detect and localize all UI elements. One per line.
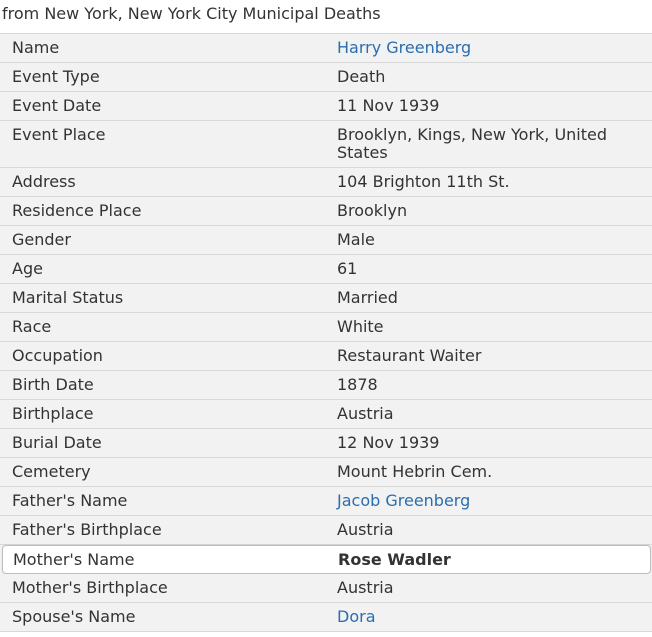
record-row-mothers-name: Mother's Name Rose Wadler xyxy=(2,545,651,574)
record-row-event-date: Event Date 11 Nov 1939 xyxy=(0,92,652,121)
record-label: Cemetery xyxy=(12,462,91,481)
record-row-event-type: Event Type Death xyxy=(0,63,652,92)
record-value: 12 Nov 1939 xyxy=(337,433,440,452)
record-label: Residence Place xyxy=(12,201,142,220)
record-label: Father's Name xyxy=(12,491,128,510)
record-row-event-place: Event Place Brooklyn, Kings, New York, U… xyxy=(0,121,652,168)
record-label: Marital Status xyxy=(12,288,124,307)
record-value-highlighted: Rose Wadler xyxy=(338,550,451,569)
record-row-address: Address 104 Brighton 11th St. xyxy=(0,168,652,197)
record-value: Restaurant Waiter xyxy=(337,346,482,365)
record-row-residence-place: Residence Place Brooklyn xyxy=(0,197,652,226)
record-row-birth-date: Birth Date 1878 xyxy=(0,371,652,400)
record-row-birthplace: Birthplace Austria xyxy=(0,400,652,429)
record-value: Male xyxy=(337,230,375,249)
record-value: White xyxy=(337,317,384,336)
record-row-name: Name Harry Greenberg xyxy=(0,34,652,63)
record-label: Mother's Birthplace xyxy=(12,578,168,597)
record-label: Mother's Name xyxy=(13,550,135,569)
record-label: Age xyxy=(12,259,43,278)
record-value: Austria xyxy=(337,520,394,539)
record-row-fathers-name: Father's Name Jacob Greenberg xyxy=(0,487,652,516)
fathers-name-link[interactable]: Jacob Greenberg xyxy=(325,487,652,510)
record-value: Death xyxy=(337,67,386,86)
record-label: Address xyxy=(12,172,76,191)
record-label: Occupation xyxy=(12,346,103,365)
record-label: Event Place xyxy=(12,125,106,144)
record-value: Brooklyn xyxy=(337,201,408,220)
record-value: Mount Hebrin Cem. xyxy=(337,462,493,481)
record-label: Race xyxy=(12,317,52,336)
record-label: Birth Date xyxy=(12,375,94,394)
name-link[interactable]: Harry Greenberg xyxy=(325,34,652,57)
record-details-table: Name Harry Greenberg Event Type Death Ev… xyxy=(0,33,652,632)
record-value: 11 Nov 1939 xyxy=(337,96,440,115)
record-value: Brooklyn, Kings, New York, United States xyxy=(337,125,608,162)
record-label: Name xyxy=(12,38,60,57)
record-row-marital-status: Marital Status Married xyxy=(0,284,652,313)
record-label: Birthplace xyxy=(12,404,94,423)
record-row-occupation: Occupation Restaurant Waiter xyxy=(0,342,652,371)
record-label: Event Type xyxy=(12,67,100,86)
record-row-spouses-name: Spouse's Name Dora xyxy=(0,603,652,632)
record-title-cropped xyxy=(0,0,652,2)
record-value: 1878 xyxy=(337,375,378,394)
record-label: Burial Date xyxy=(12,433,102,452)
record-label: Spouse's Name xyxy=(12,607,136,626)
record-row-age: Age 61 xyxy=(0,255,652,284)
record-value: 104 Brighton 11th St. xyxy=(337,172,510,191)
record-header: from New York, New York City Municipal D… xyxy=(0,0,652,28)
spouses-name-link[interactable]: Dora xyxy=(325,603,652,626)
record-row-fathers-birthplace: Father's Birthplace Austria xyxy=(0,516,652,545)
record-row-race: Race White xyxy=(0,313,652,342)
record-row-burial-date: Burial Date 12 Nov 1939 xyxy=(0,429,652,458)
record-value: Austria xyxy=(337,404,394,423)
record-row-cemetery: Cemetery Mount Hebrin Cem. xyxy=(0,458,652,487)
record-value: Austria xyxy=(337,578,394,597)
record-label: Gender xyxy=(12,230,71,249)
record-source: from New York, New York City Municipal D… xyxy=(2,4,381,23)
record-label: Father's Birthplace xyxy=(12,520,162,539)
record-value: 61 xyxy=(337,259,358,278)
record-label: Event Date xyxy=(12,96,102,115)
record-value: Married xyxy=(337,288,398,307)
record-row-gender: Gender Male xyxy=(0,226,652,255)
record-row-mothers-birthplace: Mother's Birthplace Austria xyxy=(0,574,652,603)
